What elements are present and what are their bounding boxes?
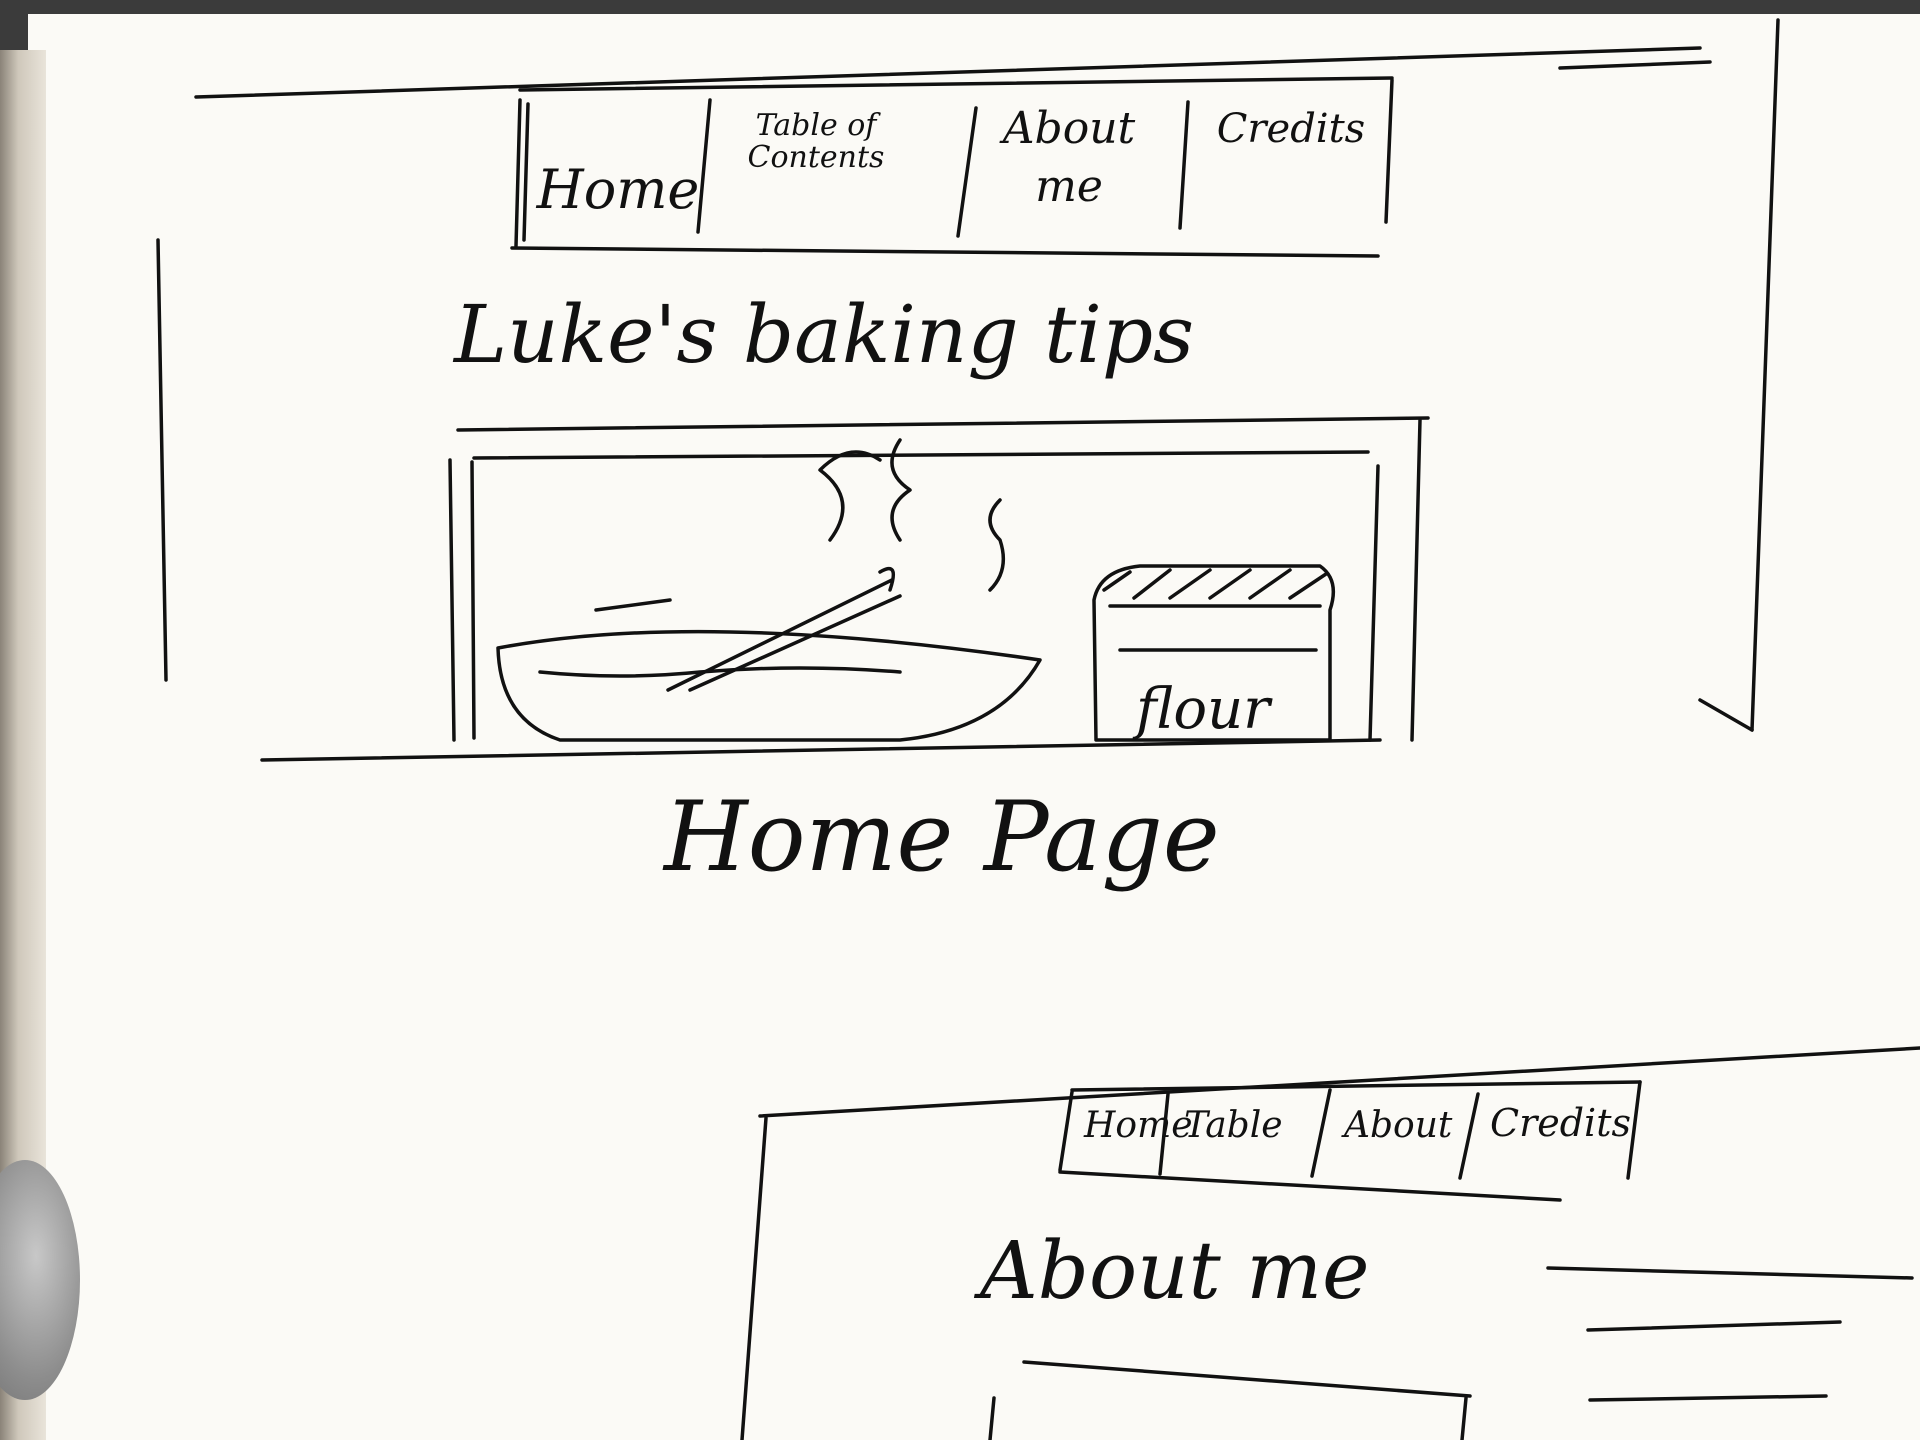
- hero-baseline: [260, 738, 1382, 762]
- nav-credits: Credits: [1216, 106, 1366, 152]
- sketch2-nav-about: About: [1344, 1105, 1453, 1146]
- nav-home: Home: [536, 158, 700, 221]
- sketch2-nav-home: Home: [1084, 1105, 1193, 1146]
- nav-about-me: About me: [1002, 103, 1136, 212]
- sketch2-nav-credits: Credits: [1490, 1101, 1631, 1145]
- frame-top-short: [1558, 60, 1712, 70]
- about-me-title: About me: [980, 1224, 1370, 1317]
- sketch2-frame-left: [740, 1116, 768, 1440]
- nav-table-of-contents: Table of Contents: [747, 108, 885, 175]
- home-page-caption: Home Page: [664, 781, 1220, 893]
- sketch2-nav-table: Table: [1184, 1105, 1283, 1146]
- frame-left: [156, 238, 168, 682]
- flour-label: flour: [1136, 677, 1270, 742]
- frame-right: [1750, 18, 1780, 732]
- frame-top: [194, 46, 1702, 99]
- hero-top: [456, 416, 1430, 432]
- sketch-lines: [156, 18, 1920, 1440]
- nav-box-top: [518, 76, 1394, 92]
- site-title: Luke's baking tips: [454, 288, 1195, 381]
- frame-bottom-right: [1698, 698, 1754, 732]
- nav-box-bottom: [510, 246, 1380, 258]
- bowl: [496, 629, 1042, 742]
- sketch2-frame-top: [758, 1046, 1920, 1118]
- whisk: [666, 566, 902, 692]
- sketch2-nav-bottom: [1058, 1170, 1562, 1202]
